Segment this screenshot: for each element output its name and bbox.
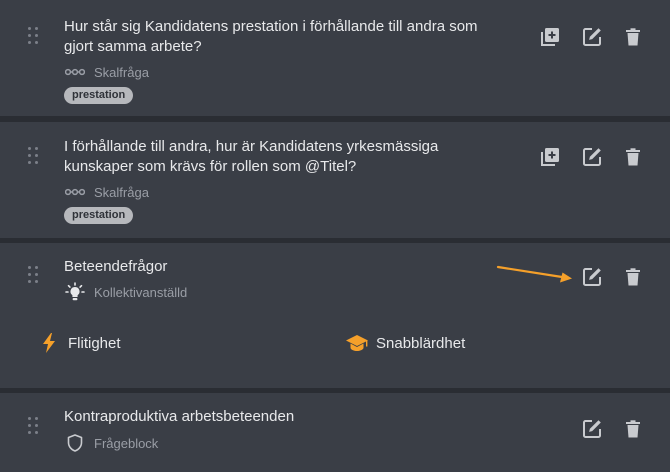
question-title: Kontraproduktiva arbetsbeteenden <box>64 408 295 425</box>
edit-button[interactable] <box>580 417 604 441</box>
question-type-label: Skalfråga <box>94 184 149 200</box>
question-title: I förhållande till andra, hur är Kandida… <box>64 138 439 175</box>
annotation-arrow <box>496 265 572 283</box>
drag-handle[interactable] <box>28 266 40 284</box>
add-copy-button[interactable] <box>538 145 562 169</box>
delete-button[interactable] <box>621 145 645 169</box>
question-block-card: Beteendefrågor Kollektivanställd Flitigh… <box>0 243 670 388</box>
trash-icon <box>626 148 640 166</box>
tag-badge: prestation <box>64 207 134 224</box>
edit-icon <box>583 28 601 46</box>
drag-handle[interactable] <box>28 27 40 45</box>
question-block-card: Kontraproduktiva arbetsbeteenden Frågebl… <box>0 393 670 472</box>
question-type: Skalfråga <box>64 63 149 81</box>
edit-icon <box>583 420 601 438</box>
competence-item: Flitighet <box>38 332 121 354</box>
edit-icon <box>583 268 601 286</box>
trash-icon <box>626 420 640 438</box>
trash-icon <box>626 268 640 286</box>
question-card: I förhållande till andra, hur är Kandida… <box>0 122 670 238</box>
question-type-label: Kollektivanställd <box>94 284 188 300</box>
delete-button[interactable] <box>621 25 645 49</box>
question-type: Skalfråga <box>64 183 149 201</box>
lightning-icon <box>38 332 60 354</box>
drag-handle[interactable] <box>28 147 40 165</box>
delete-button[interactable] <box>621 417 645 441</box>
competence-label: Snabblärdhet <box>376 334 466 352</box>
drag-handle[interactable] <box>28 417 40 435</box>
edit-button[interactable] <box>580 145 604 169</box>
competence-item: Snabblärdhet <box>346 332 465 354</box>
edit-icon <box>583 148 601 166</box>
edit-button[interactable] <box>580 25 604 49</box>
lightbulb-icon <box>64 282 86 301</box>
add-copy-icon <box>541 148 559 166</box>
question-card: Hur står sig Kandidatens prestation i fö… <box>0 0 670 116</box>
scale-icon <box>64 63 86 81</box>
tag-badge: prestation <box>64 87 134 104</box>
question-type: Frågeblock <box>64 434 158 452</box>
question-title: Beteendefrågor <box>64 258 168 275</box>
add-copy-icon <box>541 28 559 46</box>
shield-icon <box>64 434 86 452</box>
trash-icon <box>626 28 640 46</box>
scale-icon <box>64 183 86 201</box>
add-copy-button[interactable] <box>538 25 562 49</box>
competence-label: Flitighet <box>68 334 121 352</box>
delete-button[interactable] <box>621 265 645 289</box>
graduation-cap-icon <box>346 332 368 354</box>
question-title: Hur står sig Kandidatens prestation i fö… <box>64 18 478 55</box>
question-type-label: Frågeblock <box>94 435 159 451</box>
edit-button[interactable] <box>580 265 604 289</box>
question-type-label: Skalfråga <box>94 64 149 80</box>
question-type: Kollektivanställd <box>64 282 188 301</box>
